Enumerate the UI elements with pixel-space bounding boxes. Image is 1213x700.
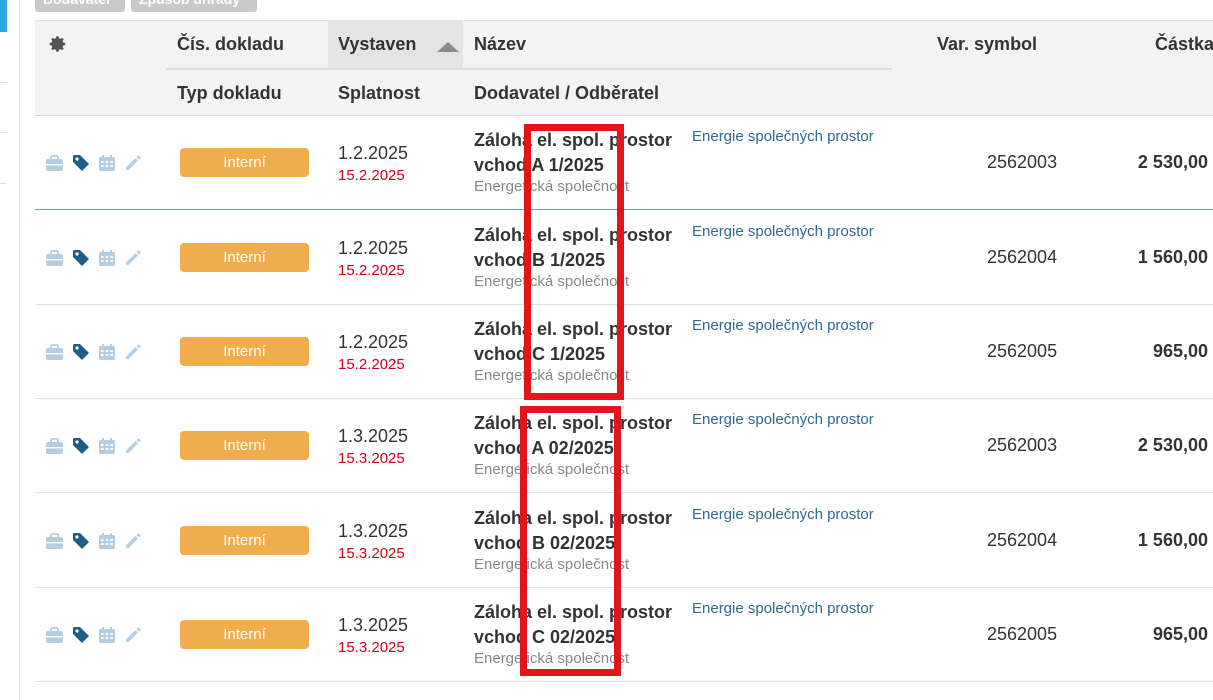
tag-icon[interactable] [72, 154, 90, 172]
column-header-doc-number[interactable]: Čís. dokladu [177, 34, 284, 55]
category-link[interactable]: Energie společných prostor [692, 128, 874, 145]
due-date: 15.3.2025 [338, 545, 405, 562]
calendar-icon[interactable] [98, 532, 116, 550]
documents-table: Čís. dokladu Vystaven Název Var. symbol … [35, 20, 1213, 700]
filter-chip-supplier[interactable]: Dodavatel [35, 0, 125, 12]
calendar-icon[interactable] [98, 154, 116, 172]
calendar-icon[interactable] [98, 626, 116, 644]
issued-date: 1.3.2025 [338, 615, 409, 635]
filter-chip-payment-method[interactable]: Způsob úhrady [131, 0, 257, 12]
row-actions [45, 343, 142, 361]
column-header-issued[interactable]: Vystaven [338, 34, 416, 55]
var-symbol: 2562005 [987, 624, 1058, 644]
doc-type-badge: Interní [180, 431, 309, 460]
column-header-amount[interactable]: Částka [1155, 34, 1213, 55]
table-row[interactable]: Interní 1.3.2025 15.3.2025 Záloha el. spol.… [35, 494, 1213, 588]
category-link[interactable]: Energie společných prostor [692, 317, 874, 334]
column-header-due[interactable]: Splatnost [338, 83, 420, 104]
column-header-party[interactable]: Dodavatel / Odběratel [474, 83, 659, 104]
category-link[interactable]: Energie společných prostor [692, 223, 874, 240]
sort-asc-icon[interactable] [437, 42, 459, 52]
header-divider [166, 68, 892, 70]
briefcase-icon[interactable] [45, 343, 64, 361]
gear-icon[interactable] [49, 35, 67, 58]
tag-icon[interactable] [72, 437, 90, 455]
row-actions [45, 154, 142, 172]
var-symbol: 2562003 [987, 435, 1058, 455]
var-symbol: 2562004 [987, 530, 1058, 550]
doc-type-badge: Interní [180, 526, 309, 555]
highlight-box [520, 406, 621, 676]
pencil-icon[interactable] [124, 626, 142, 644]
left-panel-divider [0, 132, 7, 133]
row-actions [45, 626, 142, 644]
tag-icon[interactable] [72, 343, 90, 361]
calendar-icon[interactable] [98, 249, 116, 267]
row-actions [45, 437, 142, 455]
due-date: 15.3.2025 [338, 639, 405, 656]
due-date: 15.2.2025 [338, 356, 405, 373]
briefcase-icon[interactable] [45, 437, 64, 455]
category-link[interactable]: Energie společných prostor [692, 506, 874, 523]
issued-date: 1.3.2025 [338, 426, 409, 446]
calendar-icon[interactable] [98, 343, 116, 361]
pencil-icon[interactable] [124, 154, 142, 172]
amount: 2 530,00 [1137, 152, 1208, 172]
var-symbol: 2562004 [987, 247, 1058, 267]
issued-date: 1.2.2025 [338, 143, 409, 163]
amount: 965,00 [1152, 341, 1208, 361]
briefcase-icon[interactable] [45, 626, 64, 644]
briefcase-icon[interactable] [45, 532, 64, 550]
left-panel-divider [0, 183, 7, 184]
row-actions [45, 532, 142, 550]
doc-type-badge: Interní [180, 337, 309, 366]
category-link[interactable]: Energie společných prostor [692, 600, 874, 617]
left-panel-divider [0, 82, 7, 83]
var-symbol: 2562003 [987, 152, 1058, 172]
doc-type-badge: Interní [180, 620, 309, 649]
table-row[interactable]: Interní 1.2.2025 15.2.2025 Záloha el. spol.… [35, 116, 1213, 210]
briefcase-icon[interactable] [45, 249, 64, 267]
table-row[interactable]: Interní 1.3.2025 15.3.2025 Záloha el. spol.… [35, 399, 1213, 493]
left-accent-bar [0, 0, 7, 32]
category-link[interactable]: Energie společných prostor [692, 411, 874, 428]
tag-icon[interactable] [72, 532, 90, 550]
row-actions [45, 249, 142, 267]
tag-icon[interactable] [72, 249, 90, 267]
due-date: 15.2.2025 [338, 167, 405, 184]
column-header-doc-type[interactable]: Typ dokladu [177, 83, 282, 104]
table-row[interactable]: Interní 1.2.2025 15.2.2025 Záloha el. spol.… [35, 305, 1213, 399]
table-row[interactable]: Interní 1.2.2025 15.2.2025 Záloha el. spol.… [35, 211, 1213, 305]
issued-date: 1.2.2025 [338, 238, 409, 258]
table-row[interactable]: Interní 1.3.2025 15.3.2025 Záloha el. spol.… [35, 588, 1213, 682]
column-header-name[interactable]: Název [474, 34, 526, 55]
highlight-box [524, 124, 624, 400]
amount: 1 560,00 [1137, 530, 1208, 550]
calendar-icon[interactable] [98, 437, 116, 455]
amount: 965,00 [1152, 624, 1208, 644]
pencil-icon[interactable] [124, 437, 142, 455]
issued-date: 1.3.2025 [338, 521, 409, 541]
tag-icon[interactable] [72, 626, 90, 644]
doc-type-badge: Interní [180, 243, 309, 272]
var-symbol: 2562005 [987, 341, 1058, 361]
briefcase-icon[interactable] [45, 154, 64, 172]
amount: 2 530,00 [1137, 435, 1208, 455]
due-date: 15.2.2025 [338, 262, 405, 279]
amount: 1 560,00 [1137, 247, 1208, 267]
table-header: Čís. dokladu Vystaven Název Var. symbol … [35, 20, 1213, 116]
column-header-var-symbol[interactable]: Var. symbol [937, 34, 1037, 55]
left-panel-border [19, 0, 20, 700]
pencil-icon[interactable] [124, 249, 142, 267]
due-date: 15.3.2025 [338, 450, 405, 467]
pencil-icon[interactable] [124, 532, 142, 550]
pencil-icon[interactable] [124, 343, 142, 361]
doc-type-badge: Interní [180, 148, 309, 177]
issued-date: 1.2.2025 [338, 332, 409, 352]
